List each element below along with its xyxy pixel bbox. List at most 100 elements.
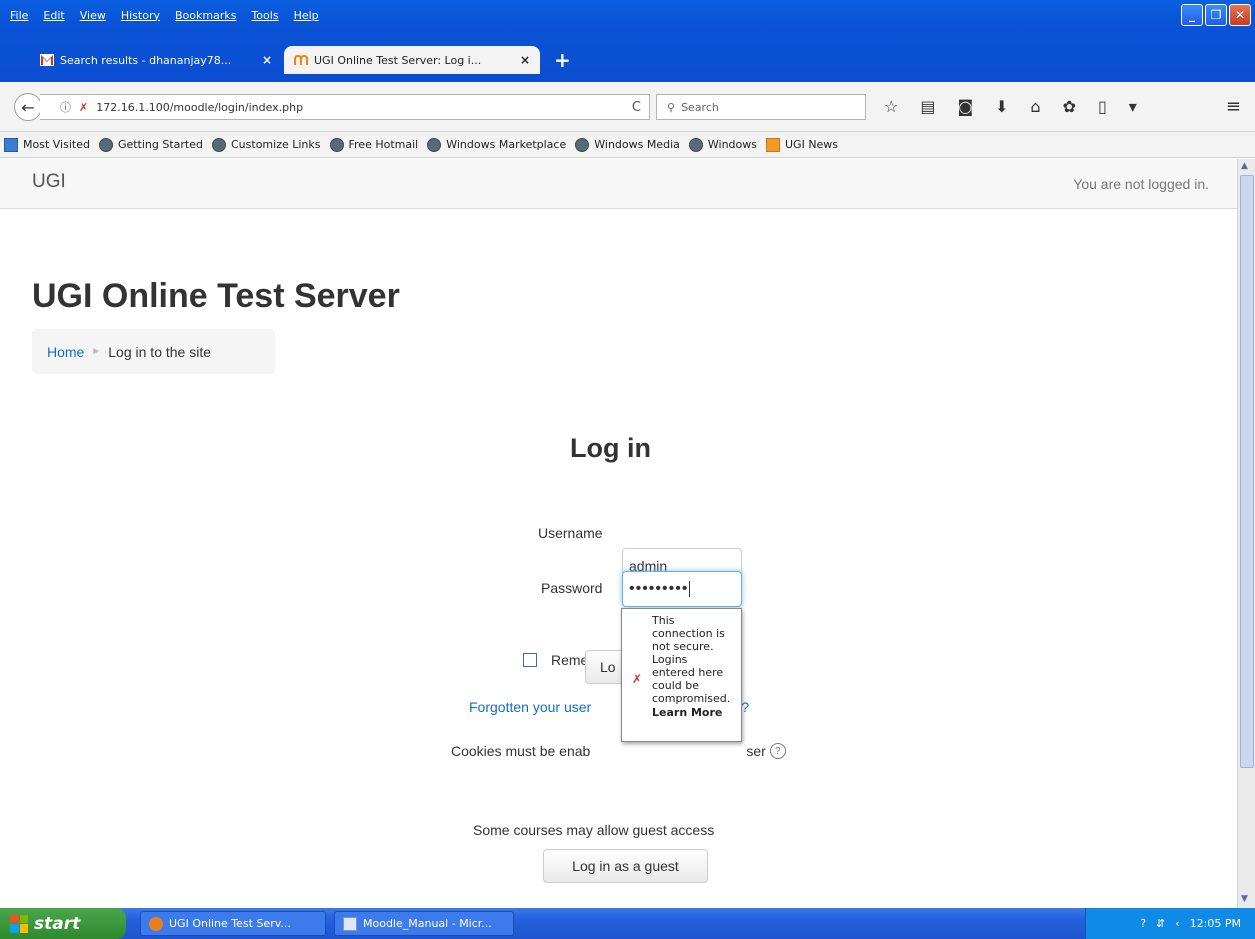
password-field[interactable]: ••••••••• bbox=[622, 571, 742, 607]
remember-checkbox[interactable] bbox=[523, 653, 537, 667]
restore-button[interactable]: ❐ bbox=[1205, 4, 1227, 26]
bookmark-item[interactable]: Windows Marketplace bbox=[427, 137, 567, 152]
menu-edit[interactable]: Edit bbox=[43, 9, 64, 22]
clipboard-icon[interactable]: ▯ bbox=[1098, 97, 1107, 116]
bookmark-item[interactable]: Customize Links bbox=[212, 137, 321, 152]
expand-tray-icon[interactable]: ‹ bbox=[1175, 917, 1179, 930]
globe-icon bbox=[688, 137, 703, 152]
bookmark-item[interactable]: UGI News bbox=[766, 137, 839, 152]
tooltip-line: connection is bbox=[652, 627, 725, 640]
scroll-down-icon[interactable]: ▼ bbox=[1241, 894, 1248, 904]
windows-taskbar: start UGI Online Test Serv... Moodle_Man… bbox=[0, 908, 1255, 939]
tab-close-icon[interactable]: × bbox=[520, 53, 530, 67]
tab-title: Search results - dhananjay78... bbox=[60, 53, 232, 67]
globe-icon bbox=[98, 137, 113, 152]
menu-view[interactable]: View bbox=[80, 9, 106, 22]
tooltip-line: could be bbox=[652, 679, 700, 692]
breadcrumb-current: Log in to the site bbox=[108, 343, 212, 360]
bookmark-label: Windows bbox=[707, 138, 757, 151]
extension-icon[interactable]: ✿ bbox=[1063, 97, 1076, 116]
globe-icon bbox=[212, 137, 226, 152]
tooltip-line: This bbox=[652, 614, 675, 627]
help-icon[interactable]: ? bbox=[769, 743, 786, 759]
windows-logo-icon bbox=[10, 914, 28, 933]
bookmark-star-icon[interactable]: ☆ bbox=[884, 97, 898, 116]
menu-tools[interactable]: Tools bbox=[251, 9, 278, 22]
tooltip-line: Logins bbox=[652, 653, 688, 666]
moodle-icon bbox=[294, 54, 308, 66]
tab-close-icon[interactable]: × bbox=[262, 53, 272, 67]
menu-help[interactable]: Help bbox=[294, 9, 319, 22]
taskbar-item-label: Moodle_Manual - Micr... bbox=[363, 917, 492, 930]
tooltip-line: entered here bbox=[652, 666, 724, 679]
close-window-button[interactable]: ✕ bbox=[1229, 4, 1251, 26]
site-brand[interactable]: UGI bbox=[32, 171, 66, 193]
taskbar-item-firefox[interactable]: UGI Online Test Serv... bbox=[140, 911, 326, 936]
bookmark-label: Most Visited bbox=[23, 138, 90, 151]
chevron-down-icon[interactable]: ▾ bbox=[1129, 97, 1137, 116]
text-cursor bbox=[689, 581, 691, 597]
guest-access-text: Some courses may allow guest access bbox=[473, 822, 715, 838]
minimize-button[interactable]: _ bbox=[1181, 4, 1203, 26]
bookmark-label: UGI News bbox=[785, 138, 839, 151]
bookmark-item[interactable]: Getting Started bbox=[98, 137, 203, 152]
bookmark-item[interactable]: Most Visited bbox=[4, 137, 90, 152]
site-header: UGI You are not logged in. bbox=[0, 159, 1237, 209]
bookmark-label: Getting Started bbox=[117, 138, 203, 151]
scroll-up-icon[interactable]: ▲ bbox=[1241, 161, 1248, 171]
bookmark-label: Windows Marketplace bbox=[446, 138, 567, 151]
breadcrumb-home-link[interactable]: Home bbox=[47, 344, 84, 360]
gmail-icon bbox=[40, 54, 54, 66]
bookmark-item[interactable]: Free Hotmail bbox=[329, 137, 418, 152]
menu-bookmarks[interactable]: Bookmarks bbox=[175, 9, 236, 22]
new-tab-button[interactable]: + bbox=[554, 48, 571, 72]
bookmarks-toolbar: Most Visited Getting Started Customize L… bbox=[0, 132, 1255, 158]
reading-list-icon[interactable]: ▤ bbox=[920, 97, 935, 116]
taskbar-item-word[interactable]: Moodle_Manual - Micr... bbox=[334, 911, 514, 936]
guest-login-button[interactable]: Log in as a guest bbox=[543, 849, 708, 883]
search-input[interactable]: ⚲ Search bbox=[656, 94, 866, 120]
window-controls: _ ❐ ✕ bbox=[1181, 4, 1251, 26]
menu-icon[interactable]: ≡ bbox=[1226, 96, 1241, 117]
menu-bar: File Edit View History Bookmarks Tools H… bbox=[0, 0, 324, 30]
downloads-icon[interactable]: ⬇ bbox=[995, 97, 1008, 116]
pocket-icon[interactable]: ◙ bbox=[957, 97, 973, 116]
start-button[interactable]: start bbox=[0, 908, 126, 939]
insecure-lock-icon: ✗ bbox=[632, 672, 643, 686]
browser-titlebar: File Edit View History Bookmarks Tools H… bbox=[0, 0, 1255, 82]
bookmark-item[interactable]: Windows bbox=[688, 137, 757, 152]
reload-icon[interactable]: C bbox=[632, 100, 641, 115]
guest-button-label: Log in as a guest bbox=[572, 858, 679, 874]
username-label: Username bbox=[538, 525, 603, 541]
back-button[interactable]: ← bbox=[14, 93, 42, 121]
rss-icon bbox=[766, 137, 780, 152]
globe-icon bbox=[427, 137, 442, 152]
breadcrumb-separator-icon: ► bbox=[91, 346, 102, 357]
vertical-scrollbar[interactable]: ▲ ▼ bbox=[1237, 159, 1255, 908]
url-text: 172.16.1.100/moodle/login/index.php bbox=[96, 100, 304, 114]
navigation-toolbar: ← ⓘ ✗ 172.16.1.100/moodle/login/index.ph… bbox=[0, 82, 1255, 132]
cookies-tail: ser bbox=[746, 743, 766, 759]
most-visited-icon bbox=[4, 137, 18, 152]
help-tray-icon[interactable]: ? bbox=[1140, 917, 1146, 930]
learn-more-link[interactable]: Learn More bbox=[652, 706, 737, 719]
scrollbar-thumb[interactable] bbox=[1240, 175, 1254, 768]
network-icon[interactable]: ⇵ bbox=[1156, 917, 1165, 930]
bookmark-item[interactable]: Windows Media bbox=[575, 137, 680, 152]
tooltip-line: compromised. bbox=[652, 692, 731, 705]
page-viewport: UGI You are not logged in. UGI Online Te… bbox=[0, 159, 1237, 908]
tab-moodle[interactable]: UGI Online Test Server: Log i... × bbox=[284, 46, 540, 74]
tab-gmail[interactable]: Search results - dhananjay78... × bbox=[30, 46, 282, 74]
info-icon[interactable]: ⓘ bbox=[60, 99, 71, 115]
breadcrumb: Home ► Log in to the site bbox=[32, 329, 275, 374]
globe-icon bbox=[575, 137, 590, 152]
home-icon[interactable]: ⌂ bbox=[1030, 97, 1040, 116]
url-bar[interactable]: ⓘ ✗ 172.16.1.100/moodle/login/index.php … bbox=[40, 94, 650, 120]
toolbar-icons: ☆ ▤ ◙ ⬇ ⌂ ✿ ▯ ▾ bbox=[884, 97, 1137, 116]
search-placeholder: Search bbox=[681, 100, 719, 114]
password-label: Password bbox=[541, 580, 603, 596]
clock: 12:05 PM bbox=[1189, 917, 1241, 930]
menu-history[interactable]: History bbox=[121, 9, 160, 22]
menu-file[interactable]: File bbox=[10, 9, 28, 22]
insecure-lock-icon: ✗ bbox=[79, 100, 89, 114]
